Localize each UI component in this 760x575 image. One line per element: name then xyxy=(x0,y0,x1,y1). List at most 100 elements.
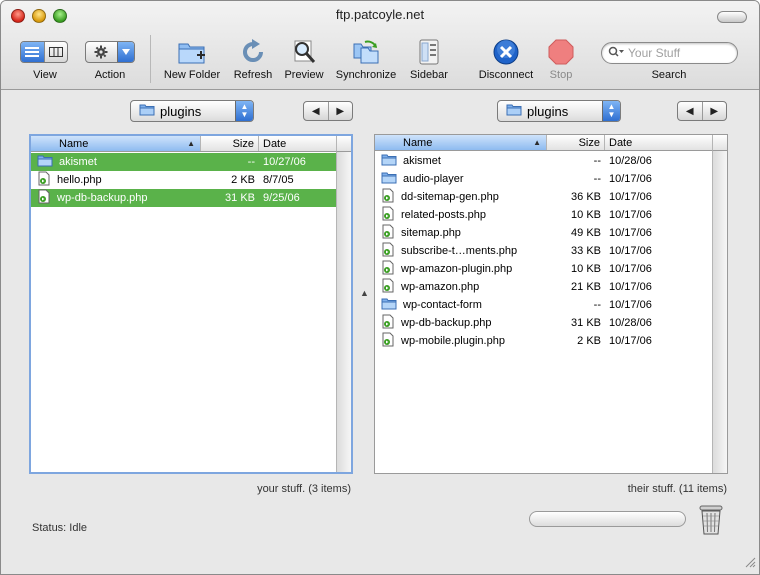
file-row[interactable]: dd-sitemap-gen.php 36 KB 10/17/06 xyxy=(375,188,712,206)
disconnect-label[interactable]: Disconnect xyxy=(479,69,533,81)
synchronize-label[interactable]: Synchronize xyxy=(336,69,397,81)
refresh-icon[interactable] xyxy=(238,37,268,67)
php-file-icon xyxy=(381,188,395,206)
left-column-size[interactable]: Size xyxy=(201,136,259,151)
left-folder-name: plugins xyxy=(160,103,202,119)
file-row[interactable]: wp-contact-form -- 10/17/06 xyxy=(375,296,712,314)
right-folder-popup[interactable]: plugins ▲ ▼ xyxy=(497,100,621,122)
php-file-icon xyxy=(37,171,51,189)
new-folder-icon[interactable] xyxy=(177,37,207,67)
file-name: wp-amazon.php xyxy=(401,281,480,293)
stop-icon[interactable] xyxy=(546,37,576,67)
toolbar-area: ftp.patcoyle.net View Action New Folder … xyxy=(1,1,759,90)
php-file-icon xyxy=(381,206,395,224)
php-file-icon xyxy=(381,332,395,350)
list-view-icon[interactable] xyxy=(21,42,44,62)
action-label: Action xyxy=(94,69,126,81)
resize-grip[interactable] xyxy=(744,556,756,571)
file-row[interactable]: wp-db-backup.php 31 KB 10/28/06 xyxy=(375,314,712,332)
file-row[interactable]: wp-db-backup.php 31 KB 9/25/06 xyxy=(31,189,336,207)
file-size: 2 KB xyxy=(577,335,601,347)
file-name: audio-player xyxy=(403,173,464,185)
left-nav-buttons: ◀ ▶ xyxy=(303,101,353,121)
right-scrollbar[interactable] xyxy=(712,151,727,473)
php-file-icon xyxy=(37,189,51,207)
file-name: wp-mobile.plugin.php xyxy=(401,335,505,347)
file-name: hello.php xyxy=(57,174,102,186)
file-date: 10/17/06 xyxy=(609,227,652,239)
status-text: Status: Idle xyxy=(32,522,88,534)
right-list-header: Name ▲ Size Date xyxy=(375,135,712,151)
right-back-button[interactable]: ◀ xyxy=(678,102,702,120)
file-row[interactable]: related-posts.php 10 KB 10/17/06 xyxy=(375,206,712,224)
right-column-size[interactable]: Size xyxy=(547,135,605,150)
left-folder-popup[interactable]: plugins ▲ ▼ xyxy=(130,100,254,122)
file-name: dd-sitemap-gen.php xyxy=(401,191,499,203)
window-title: ftp.patcoyle.net xyxy=(335,7,425,22)
sidebar-label[interactable]: Sidebar xyxy=(410,69,448,81)
file-row[interactable]: wp-mobile.plugin.php 2 KB 10/17/06 xyxy=(375,332,712,350)
left-list-header: Name ▲ Size Date xyxy=(31,136,336,152)
column-view-icon[interactable] xyxy=(43,42,67,62)
file-row[interactable]: hello.php 2 KB 8/7/05 xyxy=(31,171,336,189)
left-scrollbar[interactable] xyxy=(336,152,351,472)
right-forward-button[interactable]: ▶ xyxy=(701,102,727,120)
file-row[interactable]: wp-amazon-plugin.php 10 KB 10/17/06 xyxy=(375,260,712,278)
gear-icon xyxy=(86,42,117,62)
file-size: 33 KB xyxy=(571,245,601,257)
search-input[interactable] xyxy=(628,46,728,60)
php-file-icon xyxy=(381,224,395,242)
right-column-date[interactable]: Date xyxy=(605,135,712,150)
toolbar-toggle-button[interactable] xyxy=(717,11,747,23)
trash-icon[interactable] xyxy=(698,504,724,539)
action-menu-button[interactable] xyxy=(85,41,135,63)
file-name: wp-amazon-plugin.php xyxy=(401,263,513,275)
search-icon[interactable] xyxy=(608,46,624,61)
left-column-name[interactable]: Name ▲ xyxy=(31,136,201,151)
preview-label[interactable]: Preview xyxy=(284,69,323,81)
file-name: wp-contact-form xyxy=(403,299,482,311)
left-column-date[interactable]: Date xyxy=(259,136,336,151)
new-folder-label[interactable]: New Folder xyxy=(164,69,220,81)
file-date: 10/27/06 xyxy=(263,156,306,168)
preview-icon[interactable] xyxy=(289,37,319,67)
left-back-button[interactable]: ◀ xyxy=(304,102,328,120)
left-forward-button[interactable]: ▶ xyxy=(327,102,353,120)
disconnect-icon[interactable] xyxy=(491,37,521,67)
synchronize-icon[interactable] xyxy=(351,37,381,67)
file-date: 10/17/06 xyxy=(609,209,652,221)
file-name: wp-db-backup.php xyxy=(401,317,492,329)
refresh-label[interactable]: Refresh xyxy=(234,69,273,81)
php-file-icon xyxy=(381,242,395,260)
file-row[interactable]: akismet -- 10/27/06 xyxy=(31,153,336,171)
transfer-progress-bar xyxy=(529,511,686,527)
file-size: 31 KB xyxy=(571,317,601,329)
file-date: 8/7/05 xyxy=(263,174,294,186)
view-mode-control[interactable] xyxy=(20,41,68,63)
sort-ascending-icon: ▲ xyxy=(187,139,195,148)
file-row[interactable]: audio-player -- 10/17/06 xyxy=(375,170,712,188)
file-size: 31 KB xyxy=(225,192,255,204)
file-size: 49 KB xyxy=(571,227,601,239)
search-field[interactable] xyxy=(601,42,738,64)
left-file-list[interactable]: Name ▲ Size Date akismet -- 10/27/06 hello.… xyxy=(29,134,353,474)
file-size: 21 KB xyxy=(571,281,601,293)
folder-icon xyxy=(506,103,522,119)
file-row[interactable]: sitemap.php 49 KB 10/17/06 xyxy=(375,224,712,242)
right-column-name[interactable]: Name ▲ xyxy=(375,135,547,150)
file-date: 9/25/06 xyxy=(263,192,300,204)
file-name: akismet xyxy=(59,156,97,168)
folder-icon xyxy=(139,103,155,119)
stop-label[interactable]: Stop xyxy=(550,69,573,81)
file-row[interactable]: wp-amazon.php 21 KB 10/17/06 xyxy=(375,278,712,296)
right-file-list[interactable]: Name ▲ Size Date akismet -- 10/28/06 audio-… xyxy=(374,134,728,474)
file-date: 10/28/06 xyxy=(609,155,652,167)
file-date: 10/17/06 xyxy=(609,263,652,275)
file-row[interactable]: akismet -- 10/28/06 xyxy=(375,152,712,170)
file-date: 10/17/06 xyxy=(609,299,652,311)
pane-splitter-handle[interactable]: ▲ xyxy=(360,288,369,298)
file-row[interactable]: subscribe-t…ments.php 33 KB 10/17/06 xyxy=(375,242,712,260)
file-date: 10/17/06 xyxy=(609,245,652,257)
sidebar-icon[interactable] xyxy=(414,37,444,67)
file-size: 2 KB xyxy=(231,174,255,186)
